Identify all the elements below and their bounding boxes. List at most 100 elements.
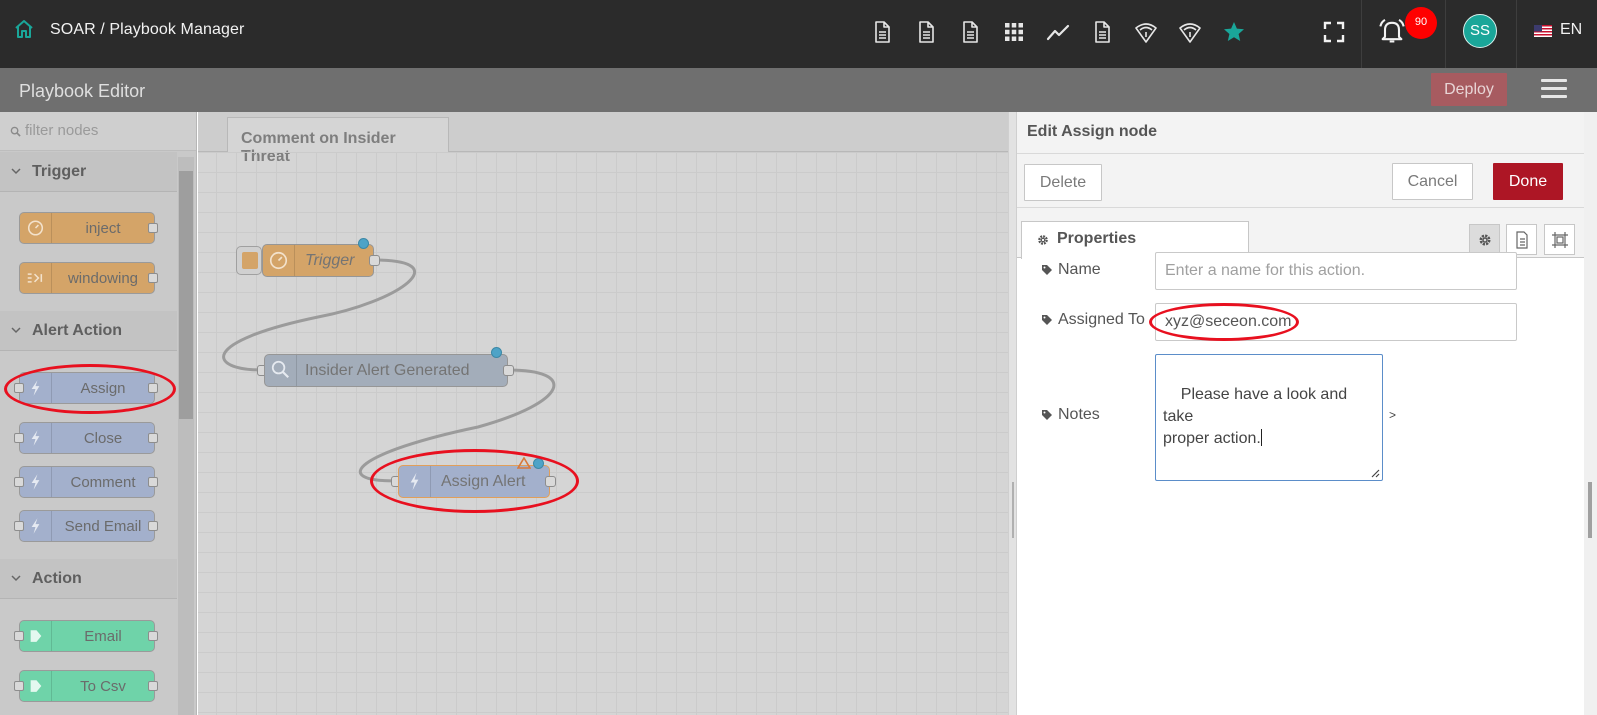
done-button[interactable]: Done bbox=[1493, 163, 1563, 200]
tab-label: Properties bbox=[1057, 230, 1137, 247]
deploy-button[interactable]: Deploy bbox=[1431, 73, 1507, 106]
divider bbox=[1361, 0, 1362, 68]
output-port[interactable] bbox=[148, 681, 158, 691]
divider bbox=[1445, 0, 1446, 68]
expand-chevron-icon[interactable]: > bbox=[1389, 408, 1396, 422]
output-port[interactable] bbox=[148, 273, 158, 283]
name-input[interactable]: Enter a name for this action. bbox=[1155, 252, 1517, 290]
category-label: Alert Action bbox=[32, 322, 123, 339]
search-icon bbox=[271, 355, 297, 386]
wifi-icon[interactable] bbox=[1134, 20, 1158, 44]
document-icon[interactable] bbox=[958, 20, 982, 44]
description-tab-button[interactable] bbox=[1506, 224, 1537, 255]
language-selector[interactable]: EN bbox=[1560, 21, 1582, 39]
trend-icon[interactable] bbox=[1046, 20, 1070, 44]
notes-text: Please have a look and take proper actio… bbox=[1163, 386, 1348, 447]
palette-node-label: inject bbox=[85, 220, 121, 237]
output-port[interactable] bbox=[148, 433, 158, 443]
notes-textarea[interactable]: Please have a look and take proper actio… bbox=[1155, 354, 1383, 481]
category-label: Trigger bbox=[32, 163, 87, 180]
tag-icon bbox=[1042, 315, 1052, 325]
assigned-to-label: Assigned To bbox=[1058, 311, 1145, 328]
panel-scrollbar[interactable] bbox=[1584, 112, 1597, 715]
cancel-button[interactable]: Cancel bbox=[1392, 163, 1473, 200]
palette-node-close[interactable]: Close bbox=[14, 422, 158, 454]
flow-node-insider-alert-generated[interactable]: Insider Alert Generated bbox=[264, 354, 508, 387]
inject-button[interactable] bbox=[236, 246, 262, 275]
palette-node-email[interactable]: Email bbox=[14, 620, 158, 652]
changed-indicator bbox=[358, 238, 369, 249]
panel-title: Edit Assign node bbox=[1027, 123, 1158, 140]
flow-node-label: Trigger bbox=[305, 252, 355, 269]
scrollbar-thumb[interactable] bbox=[179, 171, 193, 419]
bell-icon[interactable] bbox=[1378, 17, 1406, 45]
category-label: Action bbox=[32, 570, 82, 587]
fullscreen-icon[interactable] bbox=[1322, 20, 1346, 44]
flow-node-label: Insider Alert Generated bbox=[305, 362, 470, 379]
filter-nodes-input[interactable]: filter nodes bbox=[25, 122, 98, 139]
document-icon[interactable] bbox=[870, 20, 894, 44]
resize-grip-icon[interactable] bbox=[1370, 468, 1380, 478]
tag-icon bbox=[1042, 265, 1052, 275]
palette-node-inject[interactable]: inject bbox=[19, 212, 158, 244]
output-port[interactable] bbox=[148, 477, 158, 487]
panel-tabbar: Properties bbox=[1017, 208, 1585, 259]
settings-tab-button[interactable] bbox=[1469, 224, 1500, 255]
output-port[interactable] bbox=[148, 631, 158, 641]
avatar[interactable]: SS bbox=[1463, 14, 1497, 48]
changed-indicator bbox=[491, 347, 502, 358]
chevron-down-icon bbox=[11, 327, 21, 334]
lightning-icon bbox=[31, 511, 52, 541]
scrollbar-thumb[interactable] bbox=[1588, 482, 1592, 538]
document-icon[interactable] bbox=[914, 20, 938, 44]
page-title: Playbook Editor bbox=[19, 81, 146, 101]
gear-icon bbox=[1038, 235, 1048, 245]
us-flag-icon[interactable] bbox=[1534, 25, 1552, 37]
star-icon[interactable] bbox=[1222, 20, 1246, 44]
highlight-ellipse bbox=[4, 364, 176, 414]
panel-button-bar: Delete Cancel Done bbox=[1017, 154, 1585, 208]
output-port[interactable] bbox=[148, 521, 158, 531]
palette-node-to-csv[interactable]: To Csv bbox=[14, 670, 158, 702]
timer-icon bbox=[27, 213, 52, 243]
category-action[interactable]: Action bbox=[0, 559, 177, 599]
output-port[interactable] bbox=[503, 365, 514, 376]
notes-label: Notes bbox=[1058, 406, 1100, 423]
output-port[interactable] bbox=[369, 255, 380, 266]
splitter-grip[interactable] bbox=[1012, 482, 1014, 538]
palette-node-comment[interactable]: Comment bbox=[14, 466, 158, 498]
lightning-icon bbox=[31, 423, 52, 453]
palette-scrollbar[interactable] bbox=[178, 157, 194, 715]
node-palette: filter nodes Trigger inject windowing Al… bbox=[0, 112, 197, 715]
chevron-down-icon bbox=[11, 168, 21, 175]
highlight-ellipse bbox=[370, 449, 579, 513]
breadcrumb: SOAR / Playbook Manager bbox=[50, 21, 245, 38]
document-icon bbox=[1516, 231, 1528, 249]
editor-header: Playbook Editor Deploy bbox=[0, 68, 1597, 112]
filter-bar: filter nodes bbox=[0, 112, 196, 151]
delete-button[interactable]: Delete bbox=[1024, 164, 1102, 201]
edit-node-panel: Edit Assign node Delete Cancel Done Prop… bbox=[1016, 112, 1585, 715]
panel-splitter[interactable] bbox=[1008, 112, 1016, 715]
frame-icon bbox=[1552, 232, 1568, 248]
palette-node-send-email[interactable]: Send Email bbox=[14, 510, 158, 542]
home-icon[interactable] bbox=[12, 17, 36, 41]
grid-icon[interactable] bbox=[1002, 20, 1026, 44]
output-port[interactable] bbox=[148, 223, 158, 233]
document-icon[interactable] bbox=[1090, 20, 1114, 44]
palette-node-label: Comment bbox=[70, 474, 136, 491]
category-alert-action[interactable]: Alert Action bbox=[0, 311, 177, 351]
palette-node-label: Close bbox=[83, 430, 123, 447]
notification-badge: 90 bbox=[1405, 7, 1437, 39]
hamburger-menu-icon[interactable] bbox=[1541, 79, 1567, 101]
tag-icon bbox=[1042, 410, 1052, 420]
palette-node-label: windowing bbox=[67, 270, 139, 287]
timer-icon bbox=[269, 245, 295, 276]
flow-node-trigger[interactable]: Trigger bbox=[262, 244, 374, 277]
panel-header: Edit Assign node bbox=[1017, 112, 1585, 154]
wifi-icon[interactable] bbox=[1178, 20, 1202, 44]
appearance-tab-button[interactable] bbox=[1544, 224, 1575, 255]
category-trigger[interactable]: Trigger bbox=[0, 152, 177, 192]
palette-node-windowing[interactable]: windowing bbox=[19, 262, 158, 294]
palette-node-label: Email bbox=[84, 628, 122, 645]
